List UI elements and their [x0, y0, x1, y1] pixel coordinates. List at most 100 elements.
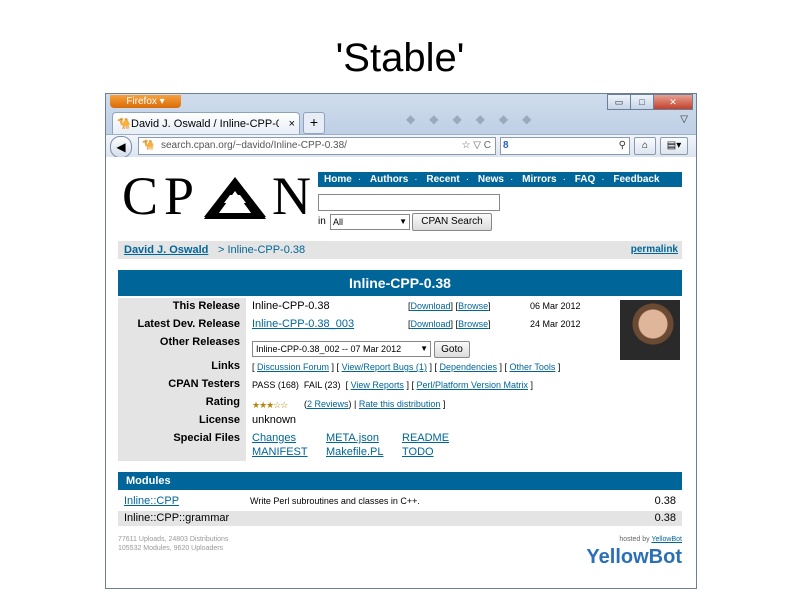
logo-letter-n: N — [272, 166, 311, 226]
camel-favicon-icon: 🐪 — [142, 140, 155, 151]
yellowbot-link[interactable]: YellowBot — [652, 536, 683, 543]
slide-title: 'Stable' — [335, 36, 465, 80]
nav-news[interactable]: News — [478, 174, 504, 185]
tab-list-icon[interactable]: ▽ — [680, 114, 688, 125]
license-value: unknown — [252, 414, 297, 426]
tab-close-icon[interactable]: × — [289, 113, 295, 135]
view-reports-link[interactable]: View Reports — [351, 380, 404, 390]
special-file-readme[interactable]: README — [402, 432, 449, 444]
dependencies-link[interactable]: Dependencies — [439, 362, 497, 372]
special-file-makefile[interactable]: Makefile.PL — [326, 446, 383, 458]
cpan-topnav: Home · Authors · Recent · News · Mirrors · FA… — [318, 172, 682, 187]
stats-uploads: 77611 Uploads, 24803 Distributions — [118, 536, 229, 543]
browser-search-input[interactable]: 8 ⚲ — [500, 137, 630, 155]
label-latest-dev: Latest Dev. Release — [137, 318, 240, 330]
breadcrumb-author-link[interactable]: David J. Oswald — [124, 241, 208, 259]
toolbar-faded-icons: ◆◆◆◆◆◆ — [406, 112, 546, 126]
logo-letter-c: C — [122, 166, 159, 226]
search-icon[interactable]: ⚲ — [619, 138, 626, 154]
latest-dev-actions: [Download] [Browse] — [408, 319, 491, 329]
other-tools-link[interactable]: Other Tools — [510, 362, 556, 372]
rate-distribution-link[interactable]: Rate this distribution — [359, 399, 441, 409]
cpan-logo[interactable]: C P N — [122, 169, 316, 223]
other-releases-select[interactable]: Inline-CPP-0.38_002 -- 07 Mar 2012 ▼ — [252, 341, 431, 357]
module-name: Inline::CPP::grammar — [124, 512, 230, 524]
url-bar[interactable]: 🐪 search.cpan.org/~davido/Inline-CPP-0.3… — [138, 137, 496, 155]
testers-pass: PASS (168) — [252, 380, 299, 390]
modules-header: Modules — [118, 472, 682, 490]
back-arrow-icon[interactable]: ◀ — [110, 136, 132, 158]
testers-row: PASS (168) FAIL (23) [ View Reports ] [ … — [252, 380, 534, 390]
cpan-stats: 77611 Uploads, 24803 Distributions 10553… — [118, 535, 228, 553]
rating-links: (2 Reviews) | Rate this distribution ] — [304, 399, 446, 409]
label-license: License — [199, 414, 240, 426]
stats-modules: 105532 Modules, 9620 Uploaders — [118, 545, 224, 552]
latest-dev-date: 24 Mar 2012 — [530, 319, 581, 329]
this-release-actions: [Download] [Browse] — [408, 301, 491, 311]
goto-button[interactable]: Goto — [434, 341, 470, 358]
logo-letter-p: P — [164, 166, 195, 226]
cpan-search-button[interactable]: CPAN Search — [412, 213, 492, 231]
breadcrumb: David J. Oswald > Inline-CPP-0.38 permal… — [118, 241, 682, 259]
nav-recent[interactable]: Recent — [426, 174, 459, 185]
label-special-files: Special Files — [173, 432, 240, 444]
nav-faq[interactable]: FAQ — [575, 174, 596, 185]
chevron-down-icon: ▼ — [399, 217, 407, 226]
category-value: All — [333, 217, 344, 227]
rating-stars-icon: ★★★☆☆ — [252, 400, 288, 410]
label-other-releases: Other Releases — [159, 336, 240, 348]
category-select[interactable]: All ▼ — [330, 214, 410, 230]
special-file-manifest[interactable]: MANIFEST — [252, 446, 308, 458]
nav-mirrors[interactable]: Mirrors — [522, 174, 556, 185]
cpan-camel-logo-icon — [204, 177, 266, 219]
home-icon[interactable]: ⌂ — [634, 137, 656, 155]
camel-favicon-icon: 🐪 — [117, 118, 131, 130]
module-description: Write Perl subroutines and classes in C+… — [250, 496, 420, 506]
latest-dev-download-link[interactable]: Download — [411, 319, 451, 329]
this-release-download-link[interactable]: Download — [411, 301, 451, 311]
browser-tab[interactable]: 🐪 David J. Oswald / Inline-CPP-0.38 - se… — [112, 112, 300, 135]
this-release-date: 06 Mar 2012 — [530, 301, 581, 311]
google-engine-icon[interactable]: 8 — [503, 139, 521, 153]
new-tab-button[interactable]: + — [303, 112, 325, 134]
discussion-forum-link[interactable]: Discussion Forum — [257, 362, 329, 372]
nav-authors[interactable]: Authors — [370, 174, 408, 185]
bookmarks-icon[interactable]: ▤▾ — [660, 137, 688, 155]
tab-title: David J. Oswald / Inline-CPP-0.38 - sear… — [131, 118, 279, 130]
maximize-button[interactable]: □ — [630, 94, 654, 110]
yellowbot-logo[interactable]: YellowBot — [586, 546, 682, 569]
version-matrix-link[interactable]: Perl/Platform Version Matrix — [416, 380, 528, 390]
navigation-toolbar: ◀ 🐪 search.cpan.org/~davido/Inline-CPP-0… — [106, 134, 696, 158]
in-label: in — [318, 216, 326, 227]
url-bar-tools[interactable]: ☆ ▽ C — [462, 138, 491, 154]
close-window-button[interactable]: ✕ — [653, 94, 693, 110]
other-releases-value: Inline-CPP-0.38_002 -- 07 Mar 2012 — [256, 344, 402, 354]
nav-feedback[interactable]: Feedback — [613, 174, 659, 185]
cpan-search-input[interactable] — [318, 194, 500, 211]
url-text: search.cpan.org/~davido/Inline-CPP-0.38/ — [161, 140, 347, 151]
special-file-todo[interactable]: TODO — [402, 446, 434, 458]
label-this-release: This Release — [172, 300, 240, 312]
minimize-button[interactable]: ▭ — [607, 94, 631, 110]
author-photo — [620, 300, 680, 360]
view-report-bugs-link[interactable]: View/Report Bugs (1) — [342, 362, 427, 372]
this-release-name: Inline-CPP-0.38 — [252, 300, 330, 312]
latest-dev-link[interactable]: Inline-CPP-0.38_003 — [252, 318, 354, 330]
firefox-menu-button[interactable]: Firefox ▾ — [110, 95, 181, 108]
distribution-title: Inline-CPP-0.38 — [118, 270, 682, 296]
reviews-link[interactable]: 2 Reviews — [307, 399, 349, 409]
nav-home[interactable]: Home — [324, 174, 352, 185]
special-file-changes[interactable]: Changes — [252, 432, 296, 444]
latest-dev-browse-link[interactable]: Browse — [458, 319, 488, 329]
window-controls: ▭ □ ✕ — [607, 94, 693, 110]
this-release-browse-link[interactable]: Browse — [458, 301, 488, 311]
testers-fail: FAIL (23) — [303, 380, 341, 390]
label-cpan-testers: CPAN Testers — [168, 378, 240, 390]
module-version: 0.38 — [654, 495, 676, 507]
links-row: [ Discussion Forum ] [ View/Report Bugs … — [252, 362, 561, 372]
browser-window: Firefox ▾ ▭ □ ✕ 🐪 David J. Oswald / Inli… — [105, 93, 697, 589]
special-file-meta-json[interactable]: META.json — [326, 432, 379, 444]
firefox-menu-label: Firefox — [126, 96, 157, 107]
permalink-link[interactable]: permalink — [631, 241, 678, 259]
module-name-link[interactable]: Inline::CPP — [124, 494, 179, 509]
